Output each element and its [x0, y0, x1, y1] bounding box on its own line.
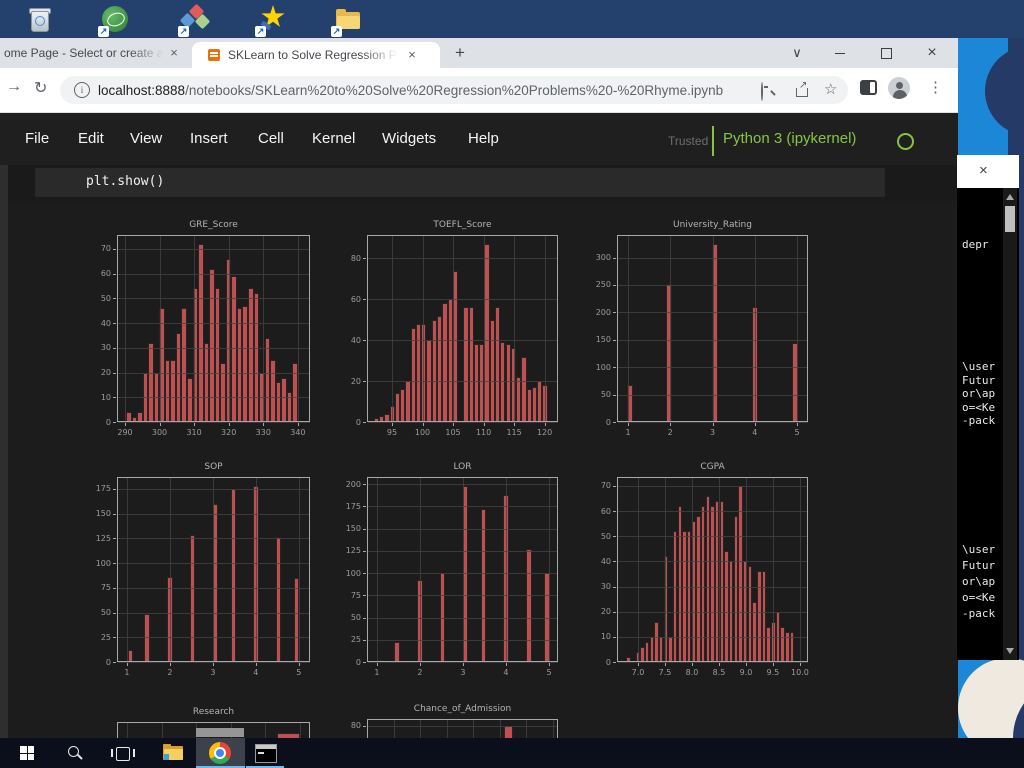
desktop-icon-anaconda-navigator[interactable]: ↗ [98, 3, 132, 37]
menu-item-help[interactable]: Help [468, 130, 499, 147]
tab-jupyter-home[interactable]: ome Page - Select or create a n × [0, 38, 190, 68]
kernel-name: Python 3 (ipykernel) [723, 130, 856, 147]
new-tab-button[interactable]: + [450, 44, 470, 64]
minimize-button[interactable] [831, 44, 849, 62]
tab-search-chevron-icon[interactable]: ∨ [788, 44, 806, 62]
code-cell[interactable]: plt.show() [35, 168, 885, 197]
taskbar-task-view-button[interactable] [106, 738, 138, 768]
taskbar-start-button[interactable] [12, 738, 42, 768]
desktop-icon-magic-wand-app[interactable]: ↗ [255, 3, 289, 37]
console-line: -pack [962, 607, 995, 620]
taskbar [0, 738, 1024, 768]
shortcut-arrow-icon: ↗ [178, 26, 189, 37]
console-close-icon[interactable]: × [979, 162, 988, 179]
menu-item-cell[interactable]: Cell [258, 130, 284, 147]
tab-strip: ome Page - Select or create a n × SKLear… [0, 38, 958, 68]
scrollbar-thumb[interactable] [1005, 206, 1015, 232]
notebook-favicon-icon [208, 49, 220, 61]
address-bar[interactable]: i localhost:8888/notebooks/SKLearn%20to%… [60, 76, 848, 104]
taskbar-file-explorer-button[interactable] [156, 738, 190, 768]
render-artifact [196, 728, 244, 737]
console-line: Futur [962, 559, 995, 572]
notebook-menubar: Trusted Python 3 (ipykernel) File Edit Vie… [0, 113, 958, 165]
share-icon[interactable]: ↗ [793, 82, 809, 98]
url-text: localhost:8888/notebooks/SKLearn%20to%20… [98, 83, 758, 98]
maximize-button[interactable] [877, 44, 895, 62]
console-line: or\ap [962, 387, 995, 400]
menu-item-edit[interactable]: Edit [78, 130, 104, 147]
side-panel-icon[interactable] [860, 80, 877, 95]
desktop-icons: ↗ ↗ ↗ ↗ [0, 3, 420, 37]
console-titlebar: × [957, 155, 1019, 188]
menu-item-widgets[interactable]: Widgets [382, 130, 436, 147]
scroll-up-icon[interactable] [1006, 194, 1014, 200]
kernel-divider [712, 126, 714, 156]
console-scrollbar[interactable] [1003, 188, 1017, 660]
zoom-out-icon[interactable] [760, 82, 776, 98]
shortcut-arrow-icon: ↗ [98, 26, 109, 37]
shortcut-arrow-icon: ↗ [255, 26, 266, 37]
window-close-button[interactable]: × [923, 44, 941, 62]
desktop-icon-folder[interactable]: ↗ [331, 3, 365, 37]
desktop-icon-colored-diamonds-app[interactable]: ↗ [178, 3, 212, 37]
console-line: \user [962, 360, 995, 373]
scroll-down-icon[interactable] [1006, 648, 1014, 654]
console-line: or\ap [962, 575, 995, 588]
desktop-icon-recycle-bin[interactable] [23, 3, 57, 37]
menu-item-insert[interactable]: Insert [190, 130, 228, 147]
menu-item-kernel[interactable]: Kernel [312, 130, 355, 147]
console-line: \user [962, 543, 995, 556]
taskbar-search-button[interactable] [58, 738, 88, 768]
wallpaper-navy-blob [985, 46, 1024, 136]
console-line: -pack [962, 414, 995, 427]
console-line: Futur [962, 374, 995, 387]
console-line: o=<Ke [962, 401, 995, 414]
browser-toolbar: → ↻ i localhost:8888/notebooks/SKLearn%2… [0, 68, 958, 113]
reload-icon[interactable]: ↻ [34, 78, 47, 98]
output-area [8, 201, 957, 738]
taskbar-terminal-button[interactable] [246, 738, 284, 768]
site-info-icon[interactable]: i [74, 82, 90, 98]
forward-icon[interactable]: → [6, 78, 22, 96]
profile-avatar[interactable] [888, 77, 910, 99]
shortcut-arrow-icon: ↗ [331, 26, 342, 37]
browser-window: ome Page - Select or create a n × SKLear… [0, 38, 958, 738]
menu-item-view[interactable]: View [130, 130, 162, 147]
console-line: depr [962, 238, 989, 251]
cell-code: plt.show() [35, 168, 885, 189]
tab-notebook[interactable]: SKLearn to Solve Regression Prob × [192, 42, 440, 68]
trusted-badge: Trusted [668, 134, 708, 148]
menu-item-file[interactable]: File [25, 130, 49, 147]
browser-menu-icon[interactable]: ⋮ [928, 78, 943, 96]
kernel-status-icon [897, 133, 914, 150]
tab-close-icon[interactable]: × [166, 45, 182, 61]
bookmark-star-icon[interactable]: ☆ [824, 80, 840, 96]
taskbar-chrome-button[interactable] [196, 738, 245, 768]
tab-close-icon[interactable]: × [404, 47, 420, 63]
jupyter-server-console-window: × depr\userFuturor\apo=<Ke-pack\userFutu… [957, 155, 1019, 660]
notebook-page: Trusted Python 3 (ipykernel) File Edit Vie… [0, 113, 958, 738]
console-line: o=<Ke [962, 591, 995, 604]
notebook-left-strip [0, 165, 8, 738]
